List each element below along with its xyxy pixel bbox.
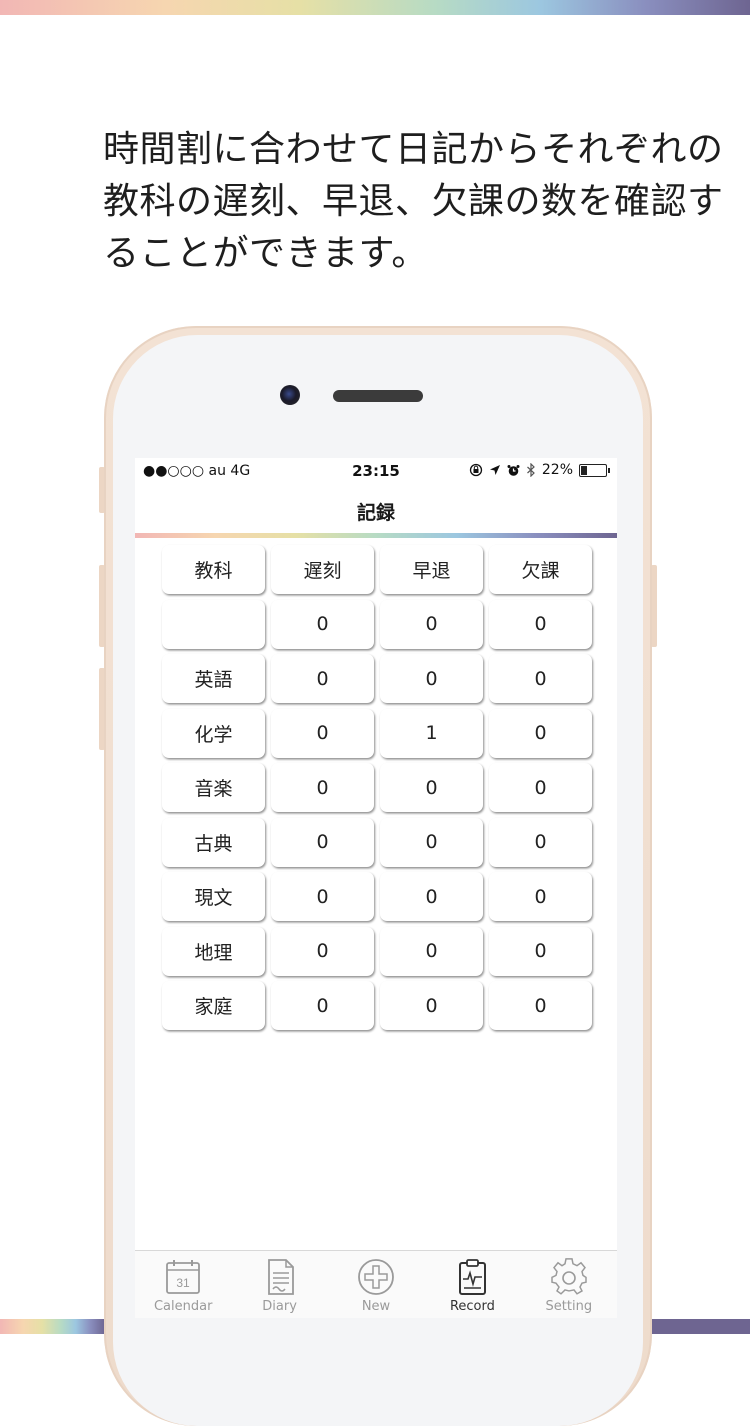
header-absence: 欠課 bbox=[489, 545, 592, 594]
plus-circle-icon bbox=[358, 1259, 394, 1295]
table-row: 地理 0 0 0 bbox=[162, 926, 594, 978]
absence-count-cell[interactable]: 0 bbox=[489, 763, 592, 812]
record-table: 教科 遅刻 早退 欠課 0 0 0 英語 0 0 0 化学 0 1 0 音楽 0… bbox=[162, 545, 594, 1036]
calendar-day-number: 31 bbox=[177, 1276, 191, 1290]
late-count-cell[interactable]: 0 bbox=[271, 981, 374, 1030]
tab-diary[interactable]: Diary bbox=[231, 1251, 327, 1318]
subject-cell[interactable]: 古典 bbox=[162, 817, 265, 867]
early-leave-count-cell[interactable]: 0 bbox=[380, 981, 483, 1030]
tab-setting[interactable]: Setting bbox=[521, 1251, 617, 1318]
tab-record[interactable]: Record bbox=[424, 1251, 520, 1318]
tab-new[interactable]: New bbox=[328, 1251, 424, 1318]
early-leave-count-cell[interactable]: 1 bbox=[380, 708, 483, 758]
table-row: 音楽 0 0 0 bbox=[162, 763, 594, 814]
gear-icon bbox=[551, 1258, 587, 1295]
table-row: 現文 0 0 0 bbox=[162, 872, 594, 923]
caption-line: 時間割に合わせて日記からそれぞれの bbox=[103, 129, 724, 170]
table-row: 家庭 0 0 0 bbox=[162, 981, 594, 1032]
top-rainbow-bar bbox=[0, 0, 750, 15]
header-subject: 教科 bbox=[162, 545, 265, 594]
absence-count-cell[interactable]: 0 bbox=[489, 872, 592, 921]
record-icon bbox=[459, 1259, 487, 1295]
early-leave-count-cell[interactable]: 0 bbox=[380, 872, 483, 921]
subject-cell[interactable]: 地理 bbox=[162, 926, 265, 976]
late-count-cell[interactable]: 0 bbox=[271, 599, 374, 649]
bottom-left-rainbow-bar bbox=[0, 1319, 105, 1334]
battery-percent: 22% bbox=[541, 462, 573, 478]
header-late: 遅刻 bbox=[271, 545, 374, 594]
late-count-cell[interactable]: 0 bbox=[271, 708, 374, 758]
late-count-cell[interactable]: 0 bbox=[271, 654, 374, 703]
caption-line: 教科の遅刻、早退、欠課の数を確認す bbox=[103, 181, 724, 222]
rotation-lock-icon bbox=[469, 463, 483, 477]
table-header-row: 教科 遅刻 早退 欠課 bbox=[162, 545, 594, 596]
table-row: 化学 0 1 0 bbox=[162, 708, 594, 760]
tab-calendar[interactable]: 31 Calendar bbox=[135, 1251, 231, 1318]
absence-count-cell[interactable]: 0 bbox=[489, 981, 592, 1030]
subject-cell[interactable]: 現文 bbox=[162, 872, 265, 921]
absence-count-cell[interactable]: 0 bbox=[489, 599, 592, 649]
calendar-icon: 31 bbox=[166, 1260, 201, 1294]
absence-count-cell[interactable]: 0 bbox=[489, 926, 592, 976]
absence-count-cell[interactable]: 0 bbox=[489, 654, 592, 703]
header-early-leave: 早退 bbox=[380, 545, 483, 594]
table-row: 0 0 0 bbox=[162, 599, 594, 651]
table-row: 英語 0 0 0 bbox=[162, 654, 594, 705]
late-count-cell[interactable]: 0 bbox=[271, 926, 374, 976]
early-leave-count-cell[interactable]: 0 bbox=[380, 654, 483, 703]
tab-label: Diary bbox=[262, 1299, 297, 1314]
nav-title: 記録 bbox=[356, 502, 395, 524]
early-leave-count-cell[interactable]: 0 bbox=[380, 599, 483, 649]
subject-cell[interactable]: 英語 bbox=[162, 654, 265, 703]
location-arrow-icon bbox=[489, 465, 500, 475]
status-bar: ●●○○○ au 4G 23:15 22% bbox=[135, 458, 617, 484]
front-camera bbox=[280, 385, 300, 405]
tab-label: New bbox=[361, 1299, 391, 1314]
subject-cell[interactable]: 家庭 bbox=[162, 981, 265, 1030]
absence-count-cell[interactable]: 0 bbox=[489, 708, 592, 758]
subject-cell[interactable]: 音楽 bbox=[162, 763, 265, 812]
bluetooth-icon bbox=[526, 463, 535, 477]
alarm-icon bbox=[507, 464, 520, 476]
subject-cell[interactable] bbox=[162, 599, 265, 649]
promo-caption: 時間割に合わせて日記からそれぞれの 教科の遅刻、早退、欠課の数を確認す ることが… bbox=[103, 124, 724, 280]
app-screen: ●●○○○ au 4G 23:15 22% 記録 教科 遅刻 早退 欠課 0 0… bbox=[135, 458, 617, 1318]
late-count-cell[interactable]: 0 bbox=[271, 872, 374, 921]
early-leave-count-cell[interactable]: 0 bbox=[380, 817, 483, 867]
status-icons: 22% bbox=[469, 462, 610, 478]
bottom-right-color-bar bbox=[652, 1319, 750, 1334]
battery-icon bbox=[579, 463, 610, 477]
late-count-cell[interactable]: 0 bbox=[271, 817, 374, 867]
tab-bar: 31 Calendar Diary New Record Setting bbox=[135, 1250, 617, 1318]
early-leave-count-cell[interactable]: 0 bbox=[380, 763, 483, 812]
nav-rainbow-divider bbox=[135, 533, 617, 538]
tab-label: Calendar bbox=[153, 1299, 213, 1314]
table-row: 古典 0 0 0 bbox=[162, 817, 594, 869]
tab-label: Record bbox=[449, 1299, 495, 1314]
subject-cell[interactable]: 化学 bbox=[162, 708, 265, 758]
absence-count-cell[interactable]: 0 bbox=[489, 817, 592, 867]
late-count-cell[interactable]: 0 bbox=[271, 763, 374, 812]
early-leave-count-cell[interactable]: 0 bbox=[380, 926, 483, 976]
earpiece-speaker bbox=[333, 390, 423, 402]
diary-icon bbox=[267, 1259, 294, 1295]
caption-line: ることができます。 bbox=[103, 233, 428, 274]
tab-label: Setting bbox=[545, 1299, 593, 1314]
